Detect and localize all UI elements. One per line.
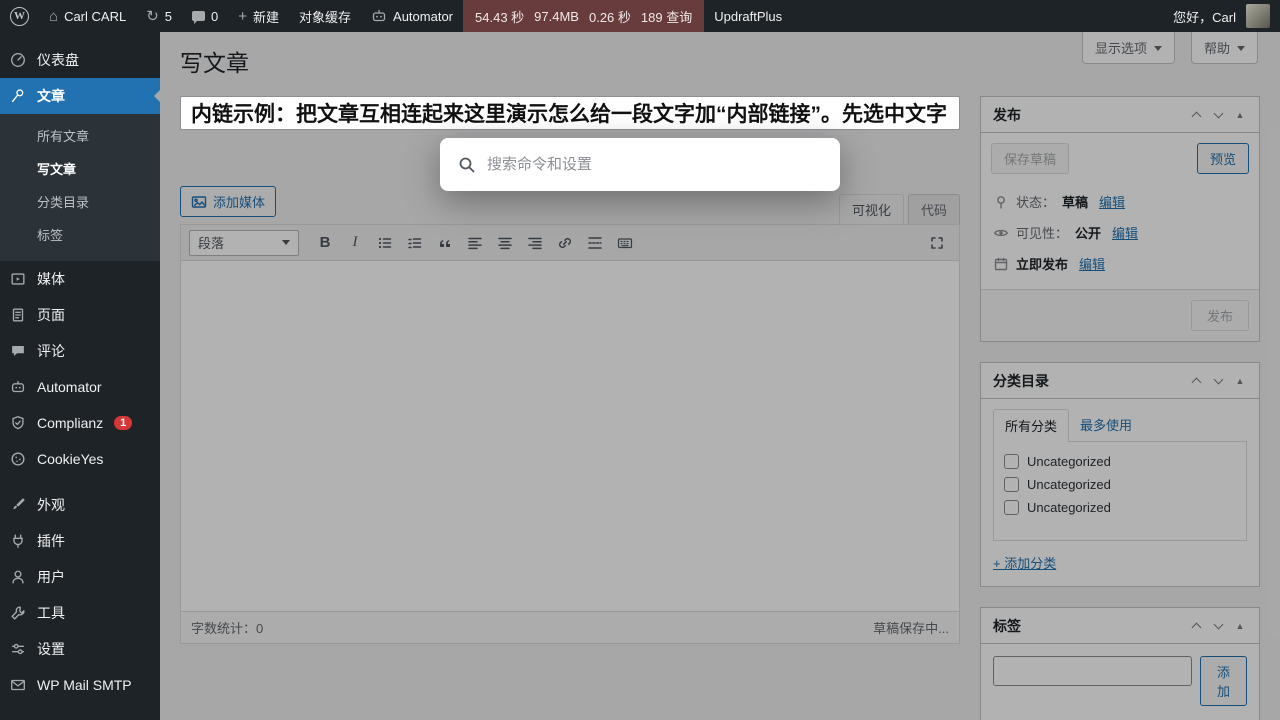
envelope-icon (8, 675, 28, 695)
sidebar-item-tools[interactable]: 工具 (0, 595, 160, 631)
sidebar-label: 仪表盘 (37, 50, 79, 70)
greeting: 您好，Carl (1173, 7, 1236, 26)
wrench-icon (8, 603, 28, 623)
content-area: 显示选项 帮助 写文章 添加媒体 可视化 代码 段落 B I (160, 32, 1280, 720)
user-icon (8, 567, 28, 587)
wordpress-logo-icon: W (10, 7, 29, 26)
qm-queries: 189 查询 (641, 7, 692, 26)
sidebar-label: CookieYes (37, 451, 103, 467)
updraftplus-label: UpdraftPlus (714, 9, 782, 24)
sidebar-item-cookieyes[interactable]: CookieYes (0, 441, 160, 477)
sidebar-label: 媒体 (37, 269, 65, 289)
new-content-label: 新建 (253, 7, 279, 26)
menu-separator (0, 703, 160, 713)
pages-icon (8, 305, 28, 325)
plus-icon: + (238, 9, 247, 24)
sidebar-item-users[interactable]: 用户 (0, 559, 160, 595)
sidebar-label: 用户 (37, 567, 65, 587)
sidebar-label: 页面 (37, 305, 65, 325)
automator-label: Automator (393, 9, 453, 24)
comments-menu[interactable]: 0 (182, 0, 228, 32)
updates-menu[interactable]: ↻ 5 (136, 0, 182, 32)
posts-submenu: 所有文章 写文章 分类目录 标签 (0, 114, 160, 261)
command-search-input[interactable] (487, 156, 822, 173)
sidebar-label: 外观 (37, 495, 65, 515)
query-monitor-menu[interactable]: 54.43 秒 97.4MB 0.26 秒 189 查询 (463, 0, 704, 32)
site-name: Carl CARL (64, 9, 126, 24)
plug-icon (8, 531, 28, 551)
updates-count: 5 (165, 9, 172, 24)
sidebar-item-posts[interactable]: 文章 (0, 78, 160, 114)
object-cache-label: 对象缓存 (299, 7, 351, 26)
sidebar-label: 插件 (37, 531, 65, 551)
submenu-all-posts[interactable]: 所有文章 (0, 119, 160, 152)
dashboard-icon (8, 50, 28, 70)
site-name-menu[interactable]: ⌂ Carl CARL (39, 0, 136, 32)
command-search-modal (440, 138, 840, 191)
admin-bar: W ⌂ Carl CARL ↻ 5 0 + 新建 对象缓存 Automator … (0, 0, 1280, 32)
sidebar-item-dashboard[interactable]: 仪表盘 (0, 42, 160, 78)
automator-robot-icon (8, 377, 28, 397)
automator-robot-icon (371, 8, 387, 24)
sidebar-label: 文章 (37, 86, 65, 106)
object-cache-menu[interactable]: 对象缓存 (289, 0, 361, 32)
comments-count: 0 (211, 9, 218, 24)
media-icon (8, 269, 28, 289)
my-account-menu[interactable]: 您好，Carl (1163, 0, 1280, 32)
notification-badge: 1 (114, 416, 132, 430)
updraftplus-menu[interactable]: UpdraftPlus (704, 0, 792, 32)
sidebar-label: 设置 (37, 639, 65, 659)
sidebar-item-complianz[interactable]: Complianz 1 (0, 405, 160, 441)
comment-icon (192, 11, 205, 21)
admin-sidebar: 仪表盘 文章 所有文章 写文章 分类目录 标签 媒体 页面 评论 Automat… (0, 32, 160, 720)
sidebar-item-appearance[interactable]: 外观 (0, 487, 160, 523)
sidebar-item-automator[interactable]: Automator (0, 369, 160, 405)
qm-page-time: 54.43 秒 (475, 7, 524, 26)
comments-icon (8, 341, 28, 361)
sidebar-item-updraftplus[interactable]: UpdraftPlus (0, 713, 160, 720)
home-icon: ⌂ (49, 9, 58, 24)
new-content-menu[interactable]: + 新建 (228, 0, 289, 32)
sidebar-item-plugins[interactable]: 插件 (0, 523, 160, 559)
avatar (1246, 4, 1270, 28)
submenu-add-new-post[interactable]: 写文章 (0, 152, 160, 185)
submenu-categories[interactable]: 分类目录 (0, 185, 160, 218)
shield-check-icon (8, 413, 28, 433)
submenu-tags[interactable]: 标签 (0, 218, 160, 251)
menu-separator (0, 477, 160, 487)
search-icon (458, 156, 476, 174)
qm-memory: 97.4MB (534, 9, 579, 24)
post-title-input[interactable] (180, 96, 960, 130)
sidebar-label: 工具 (37, 603, 65, 623)
pushpin-icon (8, 86, 28, 106)
modal-overlay[interactable] (160, 32, 1280, 720)
sidebar-label: Complianz (37, 415, 103, 431)
sidebar-item-pages[interactable]: 页面 (0, 297, 160, 333)
sidebar-label: WP Mail SMTP (37, 677, 132, 693)
admin-bar-spacer (792, 0, 1163, 32)
paintbrush-icon (8, 495, 28, 515)
wordpress-menu[interactable]: W (0, 0, 39, 32)
sidebar-item-media[interactable]: 媒体 (0, 261, 160, 297)
sidebar-label: Automator (37, 379, 102, 395)
sidebar-item-settings[interactable]: 设置 (0, 631, 160, 667)
automator-menu[interactable]: Automator (361, 0, 463, 32)
updates-icon: ↻ (146, 9, 159, 24)
sidebar-label: 评论 (37, 341, 65, 361)
cookie-icon (8, 449, 28, 469)
sidebar-item-comments[interactable]: 评论 (0, 333, 160, 369)
sidebar-item-wp-mail-smtp[interactable]: WP Mail SMTP (0, 667, 160, 703)
sliders-icon (8, 639, 28, 659)
qm-db-time: 0.26 秒 (589, 7, 631, 26)
